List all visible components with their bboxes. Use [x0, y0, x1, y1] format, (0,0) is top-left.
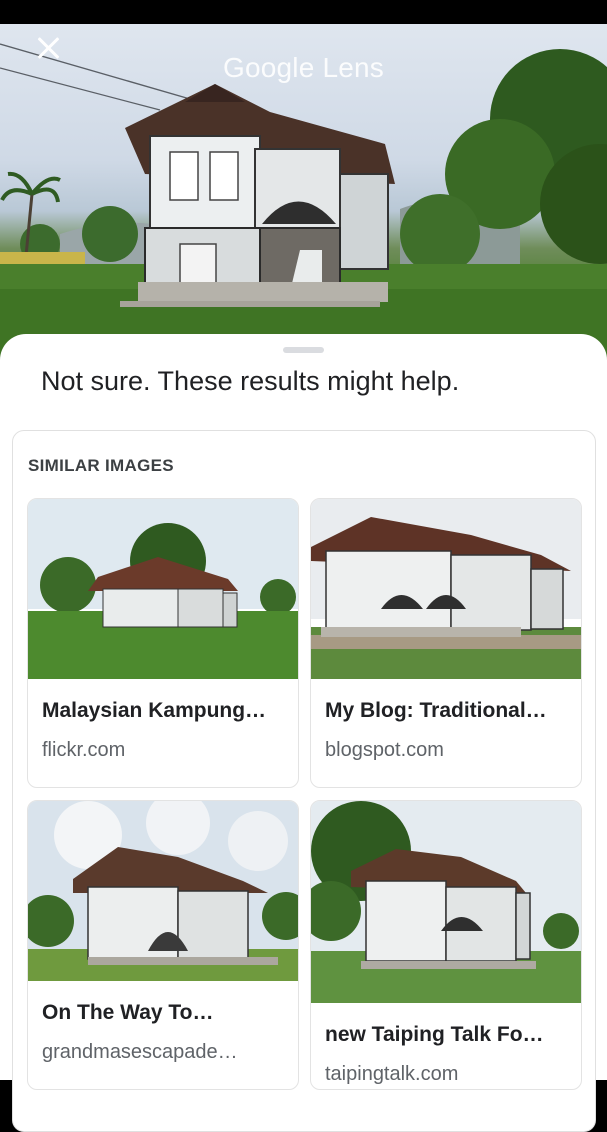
section-title: SIMILAR IMAGES	[28, 456, 174, 475]
result-title: new Taiping Talk Fo…	[325, 1023, 544, 1046]
result-title: On The Way To…	[42, 1001, 214, 1024]
result-source: blogspot.com	[325, 739, 444, 761]
results-sheet[interactable]: Not sure. These results might help. SIMI…	[0, 334, 607, 1132]
result-thumbnail-3	[28, 801, 298, 981]
results-headline: Not sure. These results might help.	[41, 366, 460, 396]
drag-handle[interactable]	[283, 347, 324, 353]
similar-image-result-1[interactable]: Malaysian Kampung… flickr.com	[27, 498, 299, 788]
similar-image-result-2[interactable]: My Blog: Traditional… blogspot.com	[310, 498, 582, 788]
query-image[interactable]: Google Lens	[0, 24, 607, 364]
result-source: grandmasescapade…	[42, 1041, 238, 1063]
close-icon[interactable]	[32, 32, 64, 64]
result-thumbnail-4	[311, 801, 581, 1003]
result-source: flickr.com	[42, 739, 126, 761]
result-title: Malaysian Kampung…	[42, 699, 267, 722]
similar-images-card: SIMILAR IMAGES Malaysian Kampung… flickr…	[12, 430, 596, 1132]
result-source: taipingtalk.com	[325, 1063, 459, 1085]
similar-image-result-3[interactable]: On The Way To… grandmasescapade…	[27, 800, 299, 1090]
result-thumbnail-2	[311, 499, 581, 679]
status-bar	[0, 0, 607, 24]
result-title: My Blog: Traditional…	[325, 699, 547, 722]
result-thumbnail-1	[28, 499, 298, 679]
similar-image-result-4[interactable]: new Taiping Talk Fo… taipingtalk.com	[310, 800, 582, 1090]
app-title: Google Lens	[223, 52, 384, 83]
